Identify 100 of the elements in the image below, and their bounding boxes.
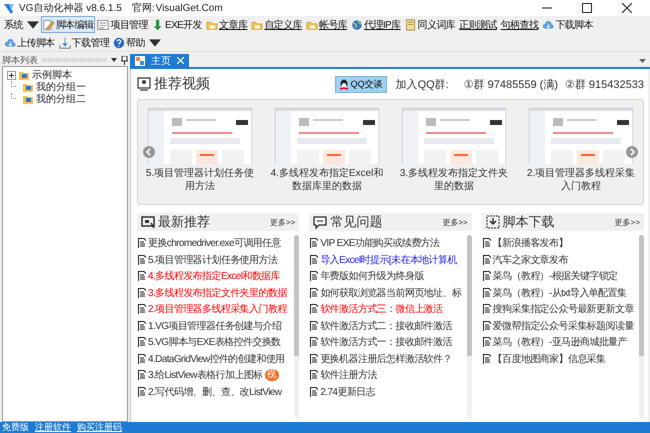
article-link[interactable]: 如何获取浏览器当前网页地址、标 <box>320 286 462 300</box>
toolbar-button[interactable]: 文章库 <box>204 16 250 33</box>
document-icon <box>310 254 318 265</box>
folder-icon <box>18 69 30 81</box>
tree-item[interactable]: 我的分组二 <box>36 92 86 106</box>
book-icon <box>404 18 417 30</box>
article-link[interactable]: 爱微帮指定公众号采集标题阅读量 <box>492 318 634 333</box>
more-link[interactable]: 更多>> <box>270 216 296 228</box>
page-icon <box>135 56 145 66</box>
article-link[interactable]: VIP EXE功能购买或续费方法 <box>320 236 440 250</box>
video-caption[interactable]: 5.项目管理器计划任务使用方法 <box>142 167 258 193</box>
folder-icon <box>22 93 34 105</box>
document-icon <box>310 337 318 348</box>
article-link[interactable]: 软件激活方式二：接收邮件激活 <box>320 318 452 333</box>
article-link[interactable]: 2.写代码增、删、查、改ListView <box>148 384 282 399</box>
qq-chat-button[interactable]: QQ交谈 <box>334 76 387 92</box>
video-badge: 视 <box>264 369 279 382</box>
article-link[interactable]: 菜鸟（教程）-根据关键字锁定 <box>492 269 618 284</box>
down-arrow-icon <box>152 18 164 30</box>
document-icon <box>482 337 491 348</box>
article-link[interactable]: 年费版如何升级为终身版 <box>320 269 424 284</box>
pin-icon[interactable] <box>121 56 128 64</box>
article-link[interactable]: 【百度地图商家】信息采集 <box>492 352 606 366</box>
toolbar-button[interactable]: 代理IP库 <box>349 16 403 33</box>
column-header: 最新推荐 更多>> <box>137 213 300 231</box>
video-caption[interactable]: 2.项目管理器多线程采集入门教程 <box>523 167 639 193</box>
document-icon <box>138 271 146 282</box>
scrollbar[interactable] <box>466 235 472 418</box>
group-number: ①群 97485559 (满) <box>464 78 558 92</box>
article-link[interactable]: 1.VG项目管理器任务创建与介绍 <box>148 318 282 333</box>
section-title: 推荐视频 <box>154 75 210 93</box>
toolbar-button[interactable]: 自定义库 <box>249 16 304 33</box>
pencil-icon <box>42 18 55 30</box>
article-link[interactable]: 导入Excel时提示[未在本地计算机 <box>320 252 457 267</box>
status-link[interactable]: 购买注册码 <box>77 421 122 433</box>
document-icon <box>310 288 318 298</box>
article-link[interactable]: 3.给ListView表格行加上图标 <box>148 368 263 382</box>
toolbar-button[interactable]: EXE开发 <box>150 16 204 33</box>
article-link[interactable]: 软件激活方式一：接收邮件激活 <box>320 335 452 350</box>
caret-icon[interactable] <box>111 58 117 62</box>
next-icon[interactable] <box>626 146 638 158</box>
document-icon <box>482 238 491 248</box>
article-link[interactable]: 4.DataGridView控件的创建和使用 <box>148 352 285 366</box>
status-link[interactable]: 注册软件 <box>35 421 71 433</box>
tab[interactable]: 主页 <box>130 54 189 67</box>
caret-icon[interactable] <box>639 59 646 63</box>
article-link[interactable]: 3.多线程发布指定文件夹里的数据 <box>148 286 287 300</box>
article-link[interactable]: 汽车之家文章发布 <box>492 252 568 267</box>
toolbar-button[interactable]: 句柄查找 <box>498 16 540 33</box>
more-link[interactable]: 更多>> <box>614 216 640 228</box>
article-link[interactable]: 5.项目管理器计划任务使用方法 <box>148 252 278 267</box>
article-link[interactable]: 5.VG脚本与EXE表格控件交换数 <box>148 335 281 350</box>
site-label: 官网: <box>132 2 155 15</box>
scrollbar[interactable] <box>294 235 300 418</box>
toolbar-button[interactable]: 帐号库 <box>304 16 350 33</box>
toolbar-button[interactable]: 同义词库 <box>402 16 458 33</box>
video-caption[interactable]: 3.多线程发布指定文件夹里的数据 <box>396 167 512 193</box>
penguin-icon <box>338 78 349 90</box>
document-icon <box>310 304 318 314</box>
toolbar-button[interactable]: 上传脚本 <box>2 34 57 51</box>
toolbar-button[interactable]: 脚本编辑 <box>40 16 96 33</box>
document-icon <box>482 254 491 265</box>
article-link[interactable]: 搜狗采集指定公众号最新更新文章 <box>492 302 634 316</box>
panel-title: 脚本列表 <box>2 54 38 66</box>
tree-item[interactable]: 示例脚本 <box>32 68 72 82</box>
tree-item[interactable]: 我的分组一 <box>36 80 86 94</box>
toolbar-button[interactable]: 项目管理 <box>95 16 150 33</box>
toolbar-button[interactable]: 系统 <box>2 16 41 33</box>
article-link[interactable]: 【新浪播客发布】 <box>492 236 568 250</box>
toolbar-button[interactable]: 帮助 <box>111 34 164 51</box>
article-link[interactable]: 菜鸟（教程）-从txt导入单配置集 <box>492 286 626 300</box>
group-number: ②群 915432533 <box>565 78 644 92</box>
video-caption[interactable]: 4.多线程发布指定Excel和数据库里的数据 <box>269 167 385 193</box>
app-logo-icon <box>3 2 15 14</box>
globe-icon <box>351 18 364 30</box>
scrollbar[interactable] <box>638 235 644 418</box>
document-icon <box>138 354 146 364</box>
toolbar-button[interactable]: 下载脚本 <box>540 16 595 33</box>
caret-icon <box>26 18 39 30</box>
document-icon <box>482 354 491 364</box>
document-icon <box>482 320 491 331</box>
toolbar-button[interactable]: 下载管理 <box>56 34 112 51</box>
article-link[interactable]: 菜鸟（教程）-亚马逊商城批量产 <box>492 335 627 350</box>
article-link[interactable]: 2.74更新日志 <box>320 384 375 399</box>
article-link[interactable]: 更换chromedriver.exe可调用任意 <box>148 236 281 250</box>
maximize-icon[interactable] <box>582 3 592 13</box>
document-icon <box>138 254 146 265</box>
document-icon <box>310 320 318 331</box>
article-link[interactable]: 更换机器注册后怎样激活软件？ <box>320 352 452 366</box>
article-link[interactable]: 4.多线程发布指定Excel和数据库 <box>148 269 280 284</box>
more-link[interactable]: 更多>> <box>442 216 468 228</box>
close-icon[interactable] <box>622 3 632 13</box>
article-link[interactable]: 软件激活方式三：微信上激活 <box>320 302 443 316</box>
document-icon <box>138 320 146 331</box>
expand-icon[interactable] <box>7 70 16 80</box>
toolbar-button[interactable]: 正则测试 <box>457 16 499 33</box>
article-link[interactable]: 2.项目管理器多线程采集入门教程 <box>148 302 287 316</box>
document-icon <box>310 370 318 380</box>
download-icon <box>486 215 500 229</box>
article-link[interactable]: 软件注册方法 <box>320 368 377 382</box>
